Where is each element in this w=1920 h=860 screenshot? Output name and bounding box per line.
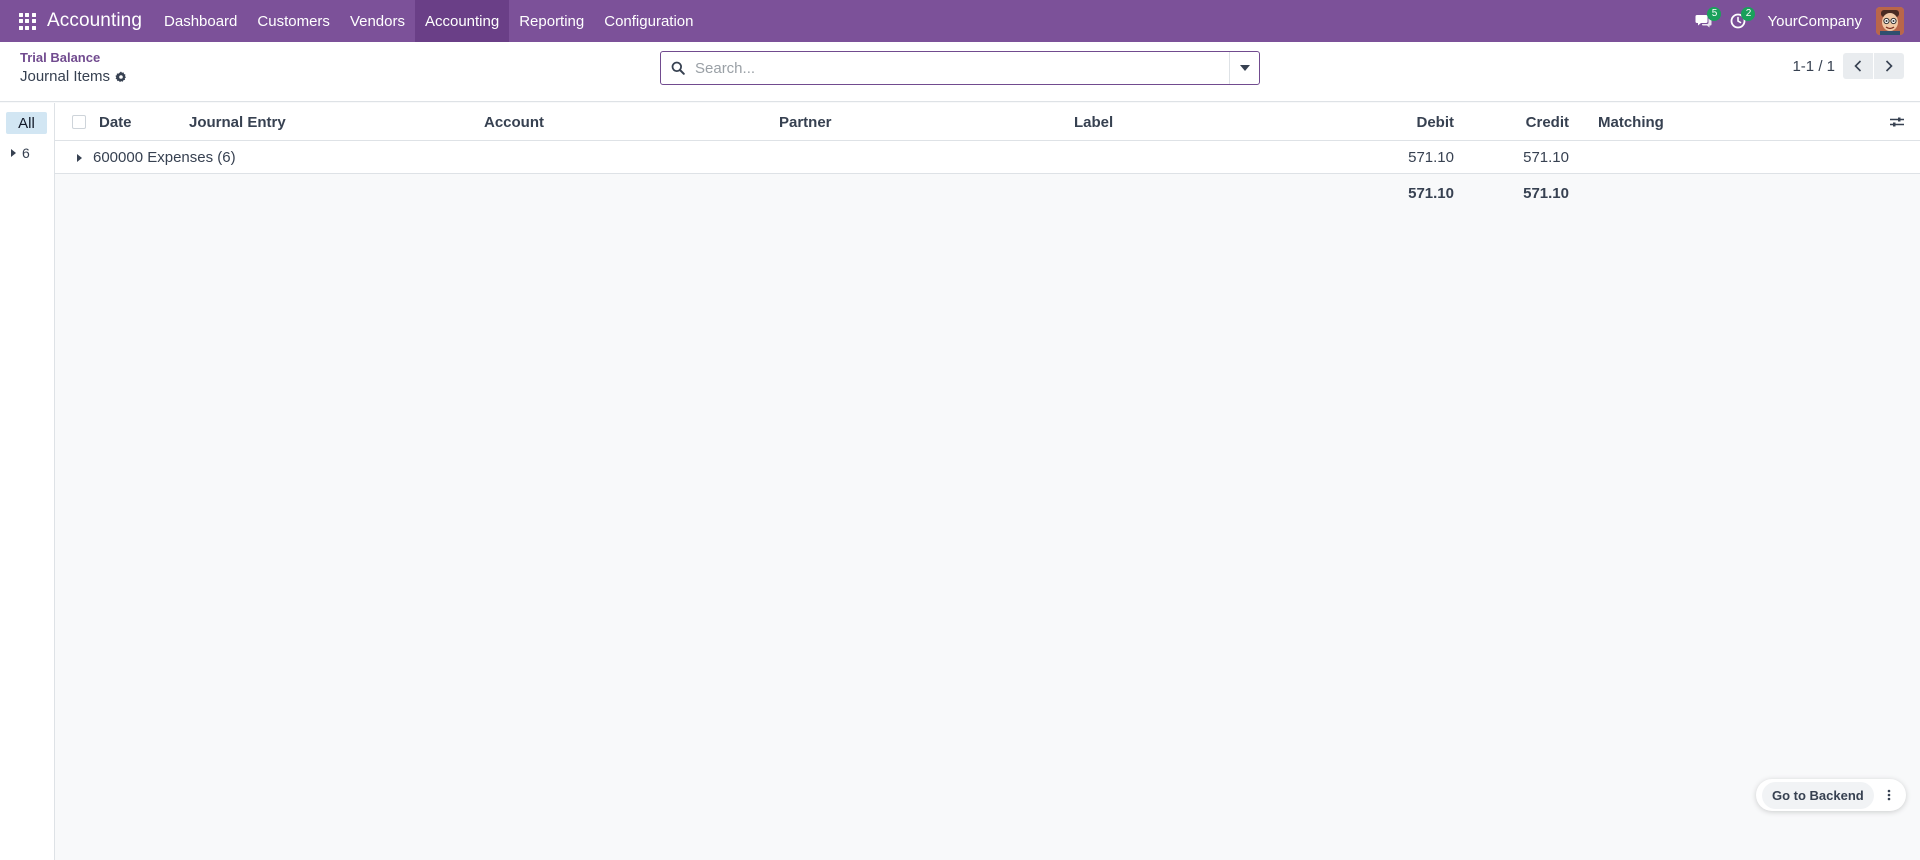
- column-header-partner[interactable]: Partner: [779, 103, 832, 141]
- app-brand[interactable]: Accounting: [47, 10, 142, 32]
- chevron-left-icon: [1854, 60, 1862, 72]
- column-header-debit[interactable]: Debit: [1361, 103, 1455, 141]
- search-input[interactable]: [695, 53, 1229, 83]
- column-header-label[interactable]: Label: [1074, 103, 1113, 141]
- caret-right-icon: [77, 141, 82, 174]
- select-all-checkbox[interactable]: [72, 115, 86, 129]
- breadcrumb-trial-balance[interactable]: Trial Balance: [20, 50, 100, 65]
- menu-item-dashboard[interactable]: Dashboard: [154, 0, 247, 42]
- search-panel-item-label: 6: [22, 145, 30, 161]
- apps-menu-icon[interactable]: [14, 0, 40, 42]
- search-panel-item[interactable]: 6: [11, 145, 30, 161]
- backend-widget: Go to Backend: [1756, 779, 1906, 811]
- pager-value[interactable]: 1-1 / 1: [1792, 58, 1835, 75]
- column-header-date[interactable]: Date: [99, 103, 132, 141]
- menu-item-accounting[interactable]: Accounting: [414, 0, 510, 42]
- search-bar: [660, 51, 1260, 85]
- group-row-debit: 571.10: [1408, 149, 1454, 166]
- activities-count-badge: 2: [1741, 7, 1756, 21]
- menu-item-configuration[interactable]: Configuration: [594, 0, 703, 42]
- search-options-toggle[interactable]: [1229, 52, 1259, 84]
- group-row[interactable]: 600000 Expenses (6) 571.10 571.10: [55, 141, 1920, 174]
- column-header-account[interactable]: Account: [484, 103, 544, 141]
- activities-button[interactable]: 2: [1721, 0, 1756, 42]
- sliders-icon: [1890, 117, 1904, 127]
- messages-count-badge: 5: [1707, 7, 1722, 21]
- caret-down-icon: [1239, 65, 1250, 71]
- list-view: Date Journal Entry Account Partner Label…: [55, 103, 1920, 860]
- page-title: Journal Items: [20, 68, 127, 85]
- search-panel-all[interactable]: All: [6, 112, 47, 134]
- gear-icon[interactable]: [115, 71, 127, 83]
- control-panel: Trial Balance Journal Items 1-1 / 1: [0, 42, 1920, 102]
- optional-columns-toggle[interactable]: [1890, 103, 1904, 141]
- main-menu: Dashboard Customers Vendors Accounting R…: [154, 0, 703, 42]
- select-all-checkbox-cell: [72, 103, 86, 141]
- messages-button[interactable]: 5: [1687, 0, 1722, 42]
- chevron-right-icon: [1885, 60, 1893, 72]
- search-icon: [661, 61, 695, 75]
- column-header-matching[interactable]: Matching: [1598, 103, 1664, 141]
- column-header-journal-entry[interactable]: Journal Entry: [189, 103, 286, 141]
- more-options-button[interactable]: [1876, 782, 1902, 808]
- pager-previous-button[interactable]: [1843, 53, 1873, 79]
- search-panel: All 6: [0, 103, 55, 860]
- user-avatar[interactable]: [1876, 7, 1904, 35]
- systray: 5 2 YourCompany: [1687, 0, 1920, 42]
- pager: 1-1 / 1: [1792, 53, 1904, 79]
- company-switcher[interactable]: YourCompany: [1767, 13, 1862, 30]
- column-header-credit[interactable]: Credit: [1468, 103, 1569, 141]
- caret-right-icon: [11, 149, 16, 157]
- menu-item-customers[interactable]: Customers: [247, 0, 340, 42]
- go-to-backend-button[interactable]: Go to Backend: [1762, 781, 1874, 809]
- menu-item-reporting[interactable]: Reporting: [509, 0, 594, 42]
- vertical-dots-icon: [1887, 789, 1891, 801]
- avatar-image: [1876, 7, 1904, 35]
- pager-next-button[interactable]: [1874, 53, 1904, 79]
- total-credit: 571.10: [1523, 184, 1569, 202]
- top-navbar: Accounting Dashboard Customers Vendors A…: [0, 0, 1920, 42]
- total-debit: 571.10: [1408, 184, 1454, 202]
- menu-item-vendors[interactable]: Vendors: [340, 0, 415, 42]
- group-row-label: 600000 Expenses (6): [93, 149, 236, 166]
- group-row-credit: 571.10: [1523, 149, 1569, 166]
- list-header: Date Journal Entry Account Partner Label…: [55, 103, 1920, 141]
- page-title-text: Journal Items: [20, 68, 111, 85]
- list-footer-totals: 571.10 571.10: [55, 175, 1920, 211]
